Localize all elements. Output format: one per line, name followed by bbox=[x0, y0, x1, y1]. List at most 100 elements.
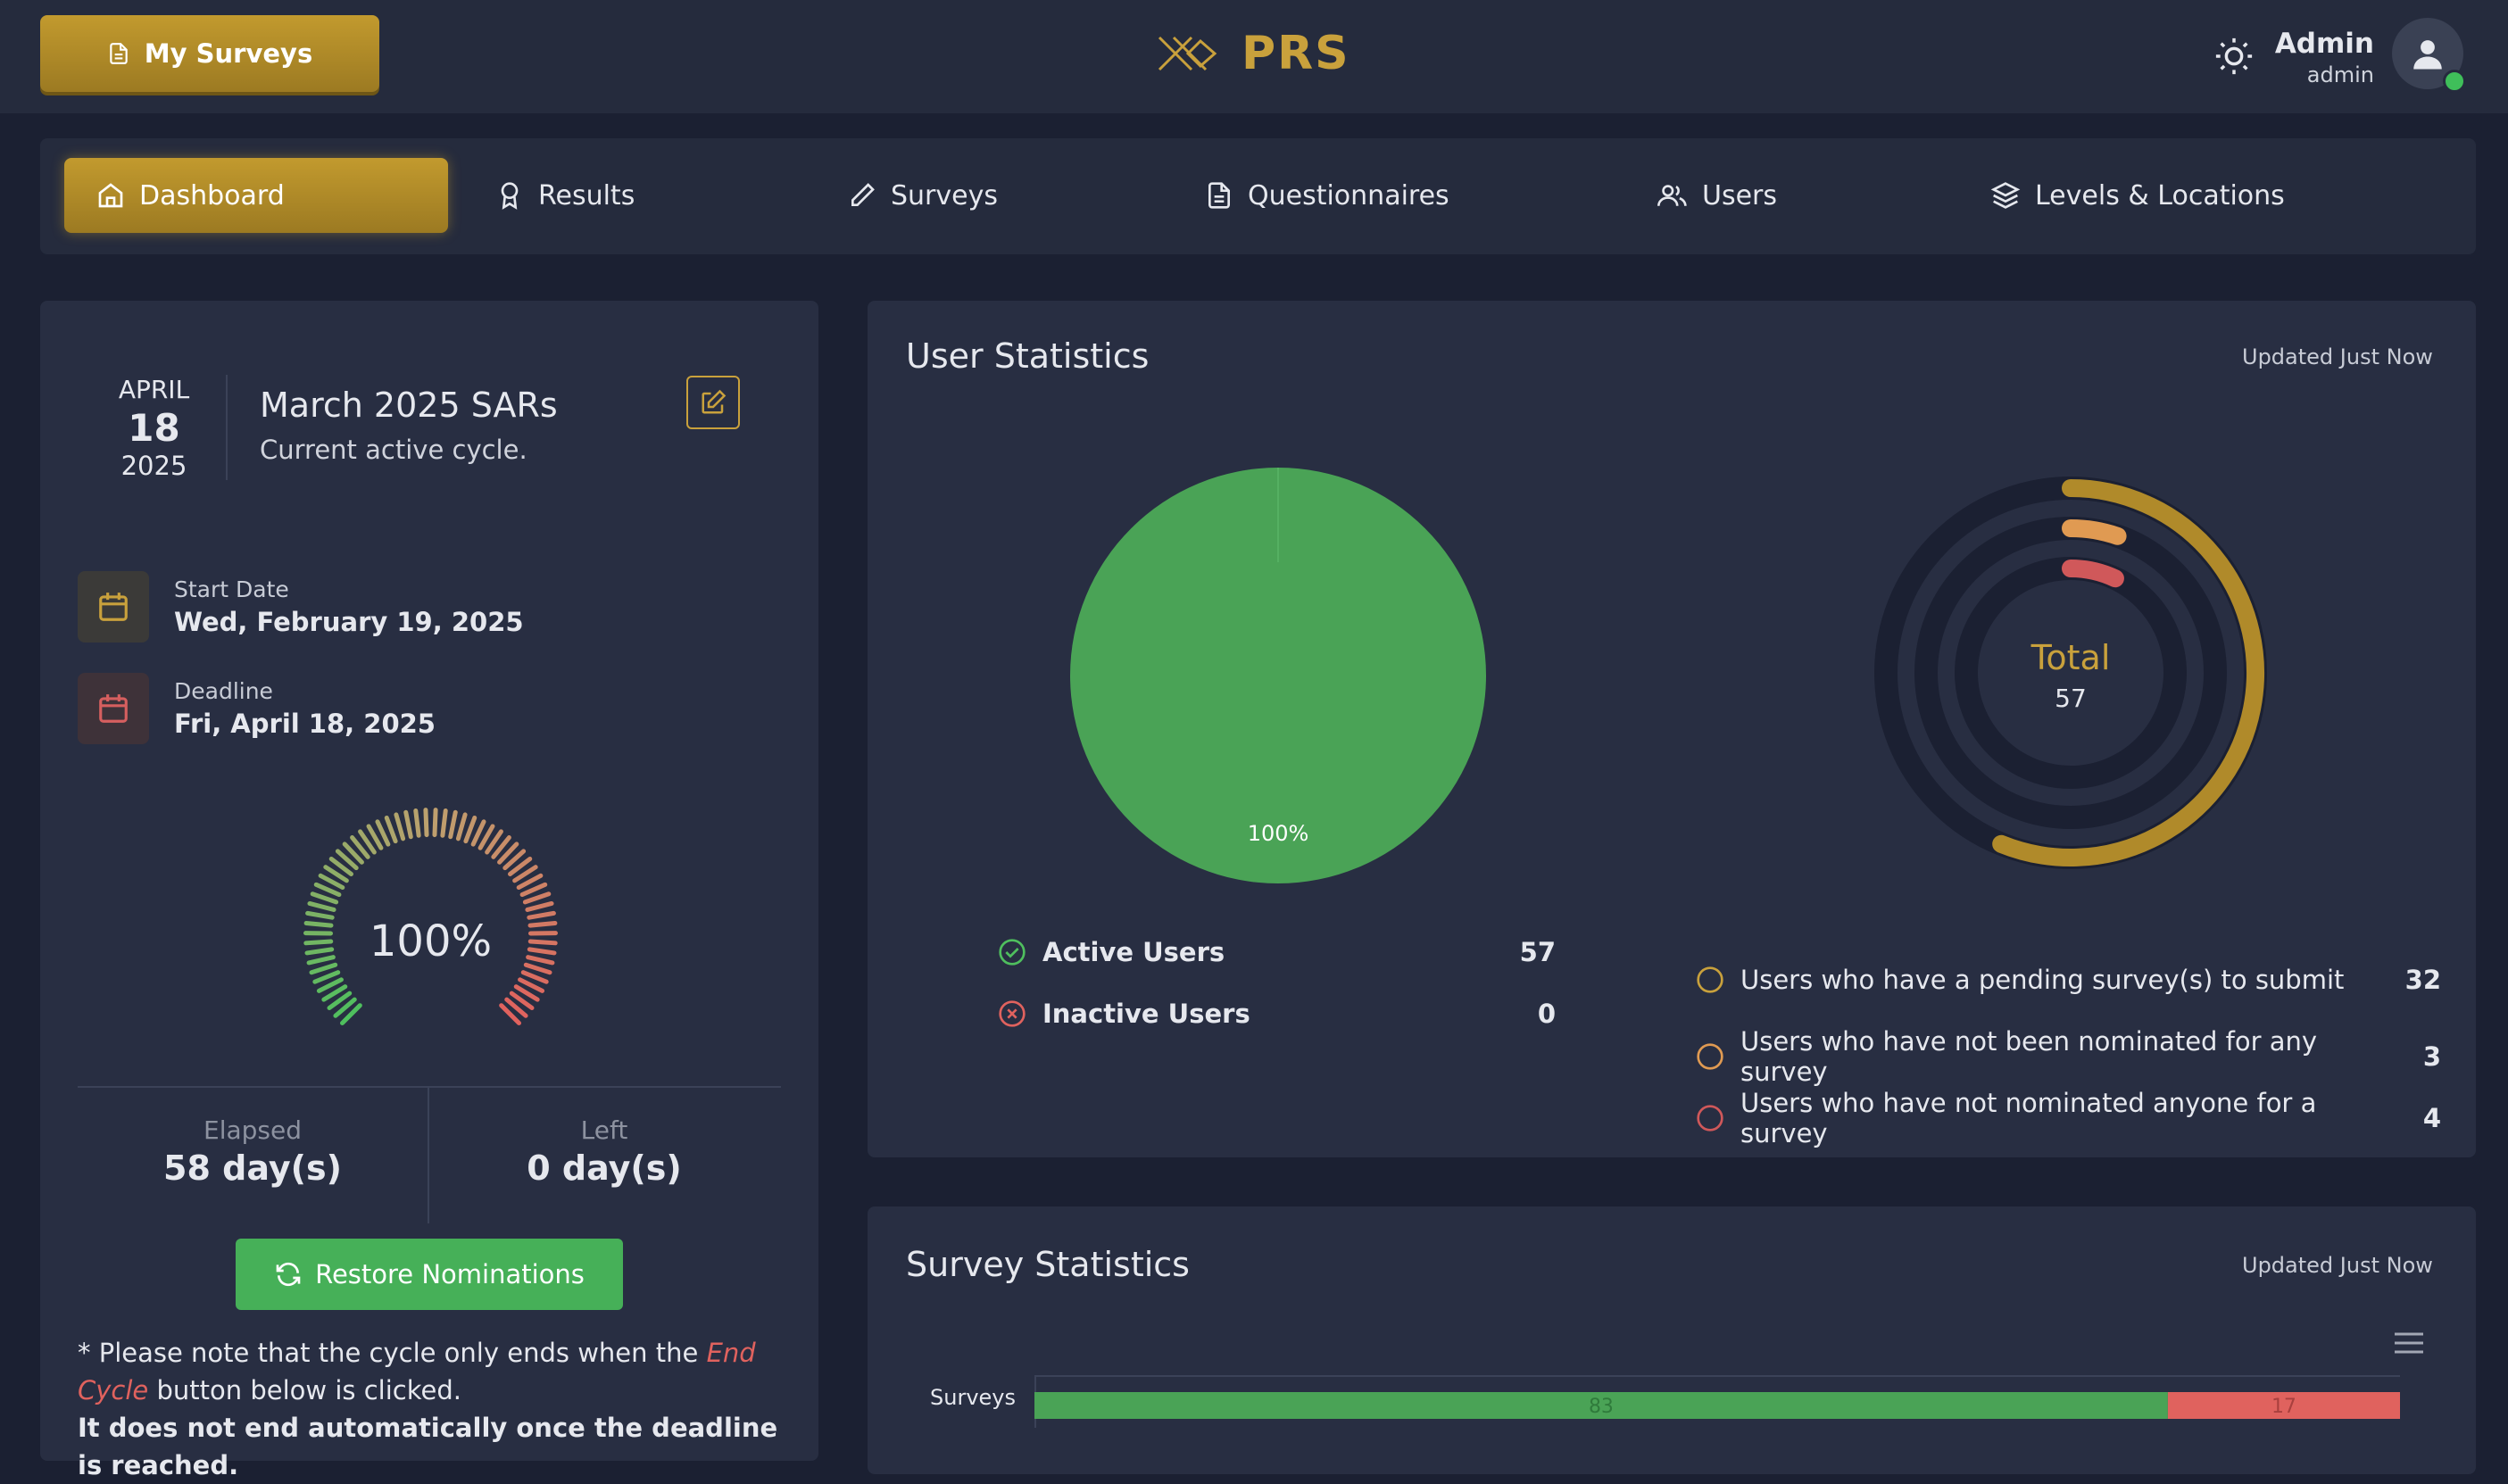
left-value: 0 day(s) bbox=[429, 1148, 779, 1188]
survey-statistics-updated: Updated Just Now bbox=[2242, 1253, 2433, 1278]
bar-category-label: Surveys bbox=[930, 1385, 1016, 1410]
tab-label: Levels & Locations bbox=[2035, 180, 2285, 211]
restore-nominations-button[interactable]: Restore Nominations bbox=[236, 1239, 623, 1310]
theme-toggle-sun-icon[interactable] bbox=[2213, 36, 2255, 80]
gauge-tick bbox=[530, 923, 555, 925]
date-day: 18 bbox=[107, 406, 201, 450]
users-icon bbox=[1657, 181, 1688, 210]
deadline-icon-box bbox=[78, 673, 149, 744]
user-name: Admin bbox=[2258, 28, 2374, 60]
tab-dashboard[interactable]: Dashboard bbox=[64, 158, 448, 233]
legend-inactive-users: Inactive Users 0 bbox=[998, 999, 1556, 1029]
document-icon bbox=[107, 41, 130, 66]
user-role: admin bbox=[2258, 62, 2374, 87]
gauge-tick bbox=[386, 817, 395, 841]
gauge-tick bbox=[306, 923, 331, 925]
user-statistics-updated: Updated Just Now bbox=[2242, 344, 2433, 369]
legend-label: Users who have not been nominated for an… bbox=[1740, 1026, 2371, 1087]
legend-label: Users who have a pending survey(s) to su… bbox=[1740, 965, 2371, 995]
gauge-tick bbox=[310, 903, 334, 909]
pencil-icon bbox=[848, 181, 876, 210]
restore-label: Restore Nominations bbox=[315, 1259, 585, 1289]
radial-total-value: 57 bbox=[2055, 684, 2087, 713]
bar-data-label: 17 bbox=[2271, 1396, 2296, 1418]
check-circle-icon bbox=[998, 938, 1026, 966]
elapsed-value: 58 day(s) bbox=[78, 1148, 428, 1188]
gauge-tick bbox=[406, 812, 411, 836]
active-users-pie-chart: 100% bbox=[1067, 464, 1490, 887]
start-date-label: Start Date bbox=[174, 576, 289, 602]
legend-label: Inactive Users bbox=[1042, 999, 1486, 1029]
chart-menu-icon[interactable] bbox=[2394, 1331, 2424, 1358]
legend-not-nominating: Users who have not nominated anyone for … bbox=[1696, 1088, 2441, 1148]
refresh-icon bbox=[274, 1260, 303, 1289]
date-month: APRIL bbox=[107, 375, 201, 404]
gauge-tick bbox=[435, 810, 436, 835]
calendar-icon bbox=[96, 692, 130, 725]
layers-icon bbox=[1990, 181, 2021, 210]
gauge-tick bbox=[308, 913, 333, 917]
gauge-tick bbox=[458, 815, 465, 839]
legend-value: 0 bbox=[1502, 999, 1556, 1029]
tab-questionnaires[interactable]: Questionnaires bbox=[1205, 158, 1449, 233]
tab-users[interactable]: Users bbox=[1657, 158, 1777, 233]
note-text: * Please note that the cycle only ends w… bbox=[78, 1338, 707, 1368]
user-icon bbox=[2409, 35, 2446, 72]
gauge-tick bbox=[525, 894, 548, 902]
gauge-tick bbox=[426, 810, 427, 835]
note-text-cutoff: It does not end automatically once the d… bbox=[78, 1413, 777, 1480]
edit-cycle-button[interactable] bbox=[686, 376, 740, 429]
gauge-tick bbox=[529, 949, 554, 953]
gauge-tick bbox=[443, 811, 445, 836]
users-radial-chart: Total 57 bbox=[1871, 473, 2271, 873]
gauge-tick bbox=[528, 958, 552, 963]
calendar-icon bbox=[96, 590, 130, 624]
cycle-subtitle: Current active cycle. bbox=[260, 435, 527, 465]
logo-mark-icon bbox=[1156, 32, 1220, 75]
elapsed-label: Elapsed bbox=[78, 1115, 428, 1145]
deadline-value: Fri, April 18, 2025 bbox=[174, 709, 436, 739]
gauge-tick bbox=[309, 958, 333, 963]
tab-surveys[interactable]: Surveys bbox=[848, 158, 998, 233]
my-surveys-button[interactable]: My Surveys bbox=[40, 15, 379, 92]
award-icon bbox=[495, 181, 524, 210]
legend-value: 3 bbox=[2388, 1041, 2441, 1072]
start-date-icon-box bbox=[78, 571, 149, 643]
note-text: button below is clicked. bbox=[148, 1375, 461, 1405]
radial-bar bbox=[2071, 568, 2115, 578]
circle-icon bbox=[1696, 966, 1724, 994]
legend-value: 57 bbox=[1502, 937, 1556, 967]
legend-value: 4 bbox=[2388, 1103, 2441, 1133]
gauge-tick bbox=[312, 894, 336, 902]
x-circle-icon bbox=[998, 999, 1026, 1028]
gauge-tick bbox=[530, 941, 555, 943]
tab-results[interactable]: Results bbox=[495, 158, 635, 233]
gauge-tick bbox=[306, 941, 331, 943]
gauge-tick bbox=[466, 817, 475, 841]
gauge-tick bbox=[416, 811, 419, 836]
left-label: Left bbox=[429, 1115, 779, 1145]
legend-active-users: Active Users 57 bbox=[998, 937, 1556, 967]
survey-statistics-title: Survey Statistics bbox=[906, 1245, 1190, 1284]
gauge-tick bbox=[307, 949, 332, 953]
radial-total-label: Total bbox=[2030, 638, 2111, 677]
gauge-tick bbox=[529, 913, 554, 917]
tab-label: Results bbox=[538, 180, 635, 211]
tab-label: Dashboard bbox=[139, 180, 285, 211]
gauge-tick bbox=[451, 812, 456, 836]
start-date-value: Wed, February 19, 2025 bbox=[174, 607, 524, 637]
legend-pending-survey: Users who have a pending survey(s) to su… bbox=[1696, 965, 2441, 995]
online-status-dot bbox=[2443, 70, 2466, 93]
gauge-tick bbox=[526, 965, 550, 972]
divider bbox=[78, 1086, 781, 1088]
gauge-tick bbox=[523, 973, 546, 982]
legend-label: Users who have not nominated anyone for … bbox=[1740, 1088, 2371, 1148]
gauge-tick bbox=[396, 815, 403, 839]
tab-levels-locations[interactable]: Levels & Locations bbox=[1990, 158, 2285, 233]
app-logo[interactable]: PRS bbox=[1156, 27, 1350, 80]
date-divider bbox=[226, 375, 228, 480]
deadline-label: Deadline bbox=[174, 678, 273, 704]
cycle-progress-percent: 100% bbox=[339, 916, 522, 966]
date-year: 2025 bbox=[107, 451, 201, 481]
main-nav: Dashboard Results Surveys Questionnaires… bbox=[40, 138, 2476, 254]
